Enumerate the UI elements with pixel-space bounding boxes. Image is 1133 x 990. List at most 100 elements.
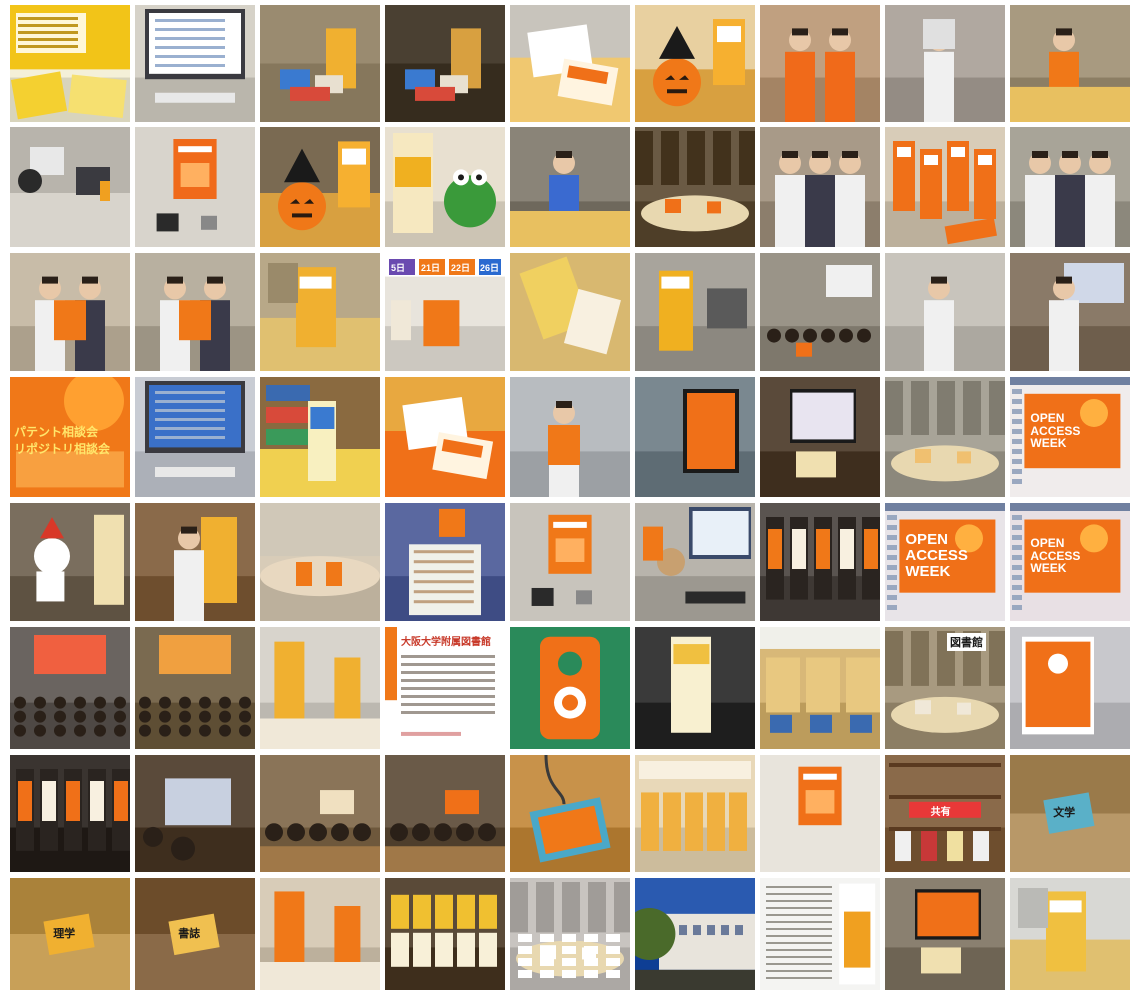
collage-photo: 大阪大学附属図書館 [385,627,505,749]
collage-photo [385,377,505,497]
photo-scene [1010,627,1130,749]
collage-photo [385,503,505,621]
collage-photo: 図書館 [885,627,1005,749]
collage-photo [635,627,755,749]
photo-scene [260,5,380,122]
desk-sign-text: 文学 [1053,807,1076,820]
photo-scene [260,503,380,621]
collage-photo [885,127,1005,247]
photo-scene [635,5,755,122]
date-label: 21日 [421,263,441,273]
photo-scene [510,503,630,621]
collage-photo [635,503,755,621]
collage-photo [135,377,255,497]
collage-photo [135,755,255,872]
collage-photo [260,5,380,122]
collage-photo [510,127,630,247]
overlay-text: WEEK [1030,436,1067,451]
collage-photo [760,627,880,749]
collage-photo [510,878,630,990]
photo-scene [885,878,1005,990]
photo-scene [885,377,1005,497]
collage-photo: 共有 [885,755,1005,872]
photo-scene [885,253,1005,371]
collage-photo [885,878,1005,990]
red-sign-text: 共有 [930,806,951,818]
collage-photo: OPEN ACCESS WEEK [1010,503,1130,621]
collage-photo [510,5,630,122]
collage-photo [885,377,1005,497]
collage-photo [10,755,130,872]
overlay-text: リポジトリ相談会 [14,441,111,456]
photo-scene [635,627,755,749]
open-access-week-text: OPEN ACCESS WEEK [1024,520,1120,593]
photo-scene [260,253,380,371]
collage-photo [1010,878,1130,990]
overlay-text: OPEN [905,531,948,549]
collage-photo [510,627,630,749]
desk-sign-text: 理学 [53,928,76,941]
collage-photo [135,127,255,247]
collage-photo [885,5,1005,122]
photo-scene [260,878,380,990]
collage-photo [135,627,255,749]
collage-photo [760,755,880,872]
collage-photo [760,5,880,122]
collage-photo: パテント相談会 リポジトリ相談会 [10,377,130,497]
collage-photo: 理学 [10,878,130,990]
collage-photo [760,377,880,497]
collage-photo [885,253,1005,371]
collage-photo [135,253,255,371]
photo-scene [10,5,130,122]
photo-scene [760,627,880,749]
photo-scene [10,253,130,371]
collage-photo [260,878,380,990]
photo-scene [260,755,380,872]
photo-scene [385,755,505,872]
collage-photo [1010,253,1130,371]
photo-scene [510,5,630,122]
collage-photo [635,878,755,990]
collage-photo [10,253,130,371]
collage-photo [385,127,505,247]
photo-scene [635,503,755,621]
photo-scene [510,127,630,247]
photo-scene [885,627,1005,749]
collage-photo [385,755,505,872]
photo-scene [1010,878,1130,990]
photo-scene [1010,253,1130,371]
overlay-text: OPEN [1030,411,1065,426]
overlay-text: WEEK [1030,561,1067,576]
collage-photo: 書誌 [135,878,255,990]
collage-photo [10,5,130,122]
overlay-text: WEEK [905,562,951,580]
date-label: 5日 [391,263,406,273]
photo-scene [260,627,380,749]
photo-scene [10,755,130,872]
collage-photo [385,878,505,990]
photo-scene [385,878,505,990]
collage-photo: OPEN ACCESS WEEK [885,503,1005,621]
photo-scene [510,755,630,872]
collage-photo [510,755,630,872]
photo-scene [635,127,755,247]
photo-scene [760,755,880,872]
photo-scene [760,878,880,990]
photo-scene [1010,5,1130,122]
photo-scene [10,127,130,247]
collage-photo [260,755,380,872]
collage-photo [635,127,755,247]
photo-scene [760,5,880,122]
collage-photo [10,503,130,621]
photo-scene [760,503,880,621]
overlay-text: OPEN [1030,536,1065,551]
photo-scene [510,878,630,990]
collage-photo [260,503,380,621]
collage-photo [260,253,380,371]
photo-scene [10,503,130,621]
photo-scene [635,755,755,872]
collage-photo [635,755,755,872]
photo-scene [135,253,255,371]
photo-scene [260,377,380,497]
photo-scene [385,127,505,247]
